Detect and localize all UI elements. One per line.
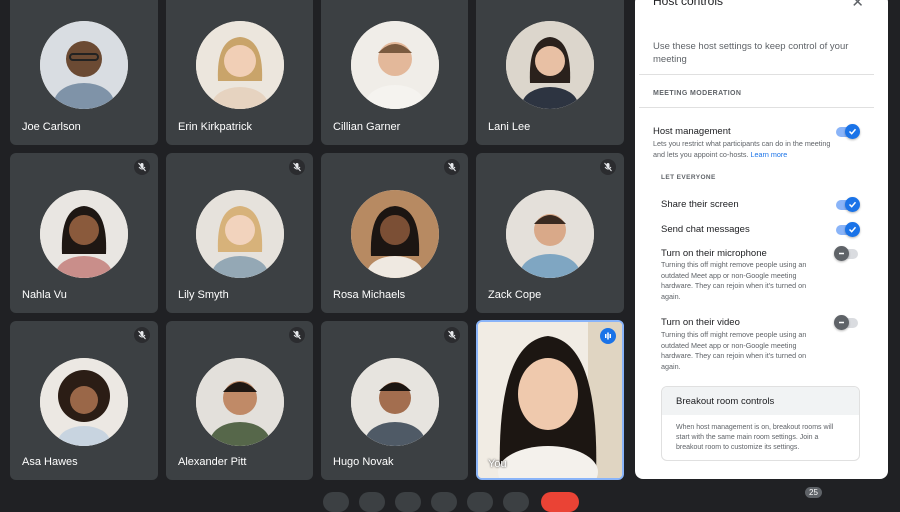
participant-name: Erin Kirkpatrick — [178, 121, 252, 133]
participant-tile[interactable]: Lani Lee — [476, 0, 624, 145]
video-toggle[interactable] — [834, 315, 858, 330]
avatar — [350, 21, 439, 109]
participant-name: Nahla Vu — [22, 289, 67, 301]
divider — [639, 107, 874, 108]
mic-off-icon — [134, 159, 150, 175]
mic-off-icon — [444, 159, 460, 175]
avatar — [40, 358, 128, 446]
mic-off-icon — [289, 159, 305, 175]
mic-off-icon — [600, 159, 616, 175]
divider — [639, 74, 874, 75]
avatar — [40, 21, 128, 109]
people-count-badge: 25 — [805, 487, 822, 498]
participant-name: You — [488, 458, 507, 470]
toolbar-button[interactable] — [359, 492, 385, 512]
avatar — [195, 358, 284, 446]
participant-name: Lily Smyth — [178, 289, 229, 301]
speaking-indicator-icon — [600, 328, 616, 344]
participant-name: Lani Lee — [488, 121, 531, 133]
share-screen-toggle[interactable] — [836, 197, 860, 212]
chat-toggle[interactable] — [836, 222, 860, 237]
participant-tile[interactable]: Joe Carlson — [10, 0, 158, 145]
avatar — [506, 21, 594, 109]
participant-tile[interactable]: Zack Cope — [476, 153, 624, 313]
participant-name: Alexander Pitt — [178, 456, 247, 468]
toolbar-button[interactable] — [503, 492, 529, 512]
mic-off-icon — [289, 327, 305, 343]
participant-tile[interactable]: Asa Hawes — [10, 321, 158, 480]
avatar — [506, 190, 594, 278]
video-label: Turn on their video — [661, 317, 740, 328]
end-call-button[interactable] — [541, 492, 579, 512]
check-icon — [845, 124, 860, 139]
participant-tile[interactable]: Hugo Novak — [321, 321, 468, 480]
breakout-desc: When host management is on, breakout roo… — [676, 424, 834, 451]
participant-name: Asa Hawes — [22, 456, 78, 468]
participant-tile[interactable]: Cillian Garner — [321, 0, 468, 145]
toolbar-button[interactable] — [467, 492, 493, 512]
host-management-label: Host management — [653, 126, 731, 137]
share-screen-label: Share their screen — [661, 199, 739, 210]
microphone-label: Turn on their microphone — [661, 248, 767, 259]
host-management-desc: Lets you restrict what participants can … — [653, 139, 831, 159]
toolbar-button[interactable] — [323, 492, 349, 512]
participant-tile[interactable]: Nahla Vu — [10, 153, 158, 313]
breakout-room-controls: Breakout room controls When host managem… — [661, 386, 860, 461]
panel-title: Host controls — [653, 0, 724, 8]
participant-name: Cillian Garner — [333, 121, 401, 133]
let-everyone-heading: LET EVERYONE — [661, 174, 716, 181]
host-controls-panel: Host controls ✕ Use these host settings … — [635, 0, 888, 479]
toolbar-button[interactable] — [431, 492, 457, 512]
microphone-toggle[interactable] — [834, 246, 858, 261]
participant-name: Rosa Michaels — [333, 289, 406, 301]
section-heading: MEETING MODERATION — [653, 90, 742, 97]
check-icon — [845, 197, 860, 212]
microphone-desc: Turning this off might remove people usi… — [661, 260, 807, 301]
check-icon — [845, 222, 860, 237]
self-video — [478, 322, 622, 478]
chat-label: Send chat messages — [661, 224, 750, 235]
avatar — [40, 190, 128, 278]
mic-off-icon — [444, 327, 460, 343]
avatar — [350, 358, 439, 446]
self-view-tile[interactable]: You — [476, 320, 624, 480]
close-icon[interactable]: ✕ — [851, 0, 864, 11]
participant-name: Joe Carlson — [22, 121, 81, 133]
avatar — [350, 190, 439, 278]
avatar — [195, 190, 284, 278]
mic-off-icon — [134, 327, 150, 343]
participant-tile[interactable]: Alexander Pitt — [166, 321, 313, 480]
participant-tile[interactable]: Lily Smyth — [166, 153, 313, 313]
participant-tile[interactable]: Erin Kirkpatrick — [166, 0, 313, 145]
host-management-toggle[interactable] — [836, 124, 860, 139]
participant-name: Hugo Novak — [333, 456, 394, 468]
avatar — [195, 21, 284, 109]
minus-icon — [834, 315, 849, 330]
panel-intro: Use these host settings to keep control … — [653, 41, 849, 65]
participant-name: Zack Cope — [488, 289, 542, 301]
participant-tile[interactable]: Rosa Michaels — [321, 153, 468, 313]
breakout-title: Breakout room controls — [662, 387, 859, 415]
video-desc: Turning this off might remove people usi… — [661, 330, 807, 371]
learn-more-link[interactable]: Learn more — [751, 150, 788, 159]
minus-icon — [834, 246, 849, 261]
toolbar-button[interactable] — [395, 492, 421, 512]
